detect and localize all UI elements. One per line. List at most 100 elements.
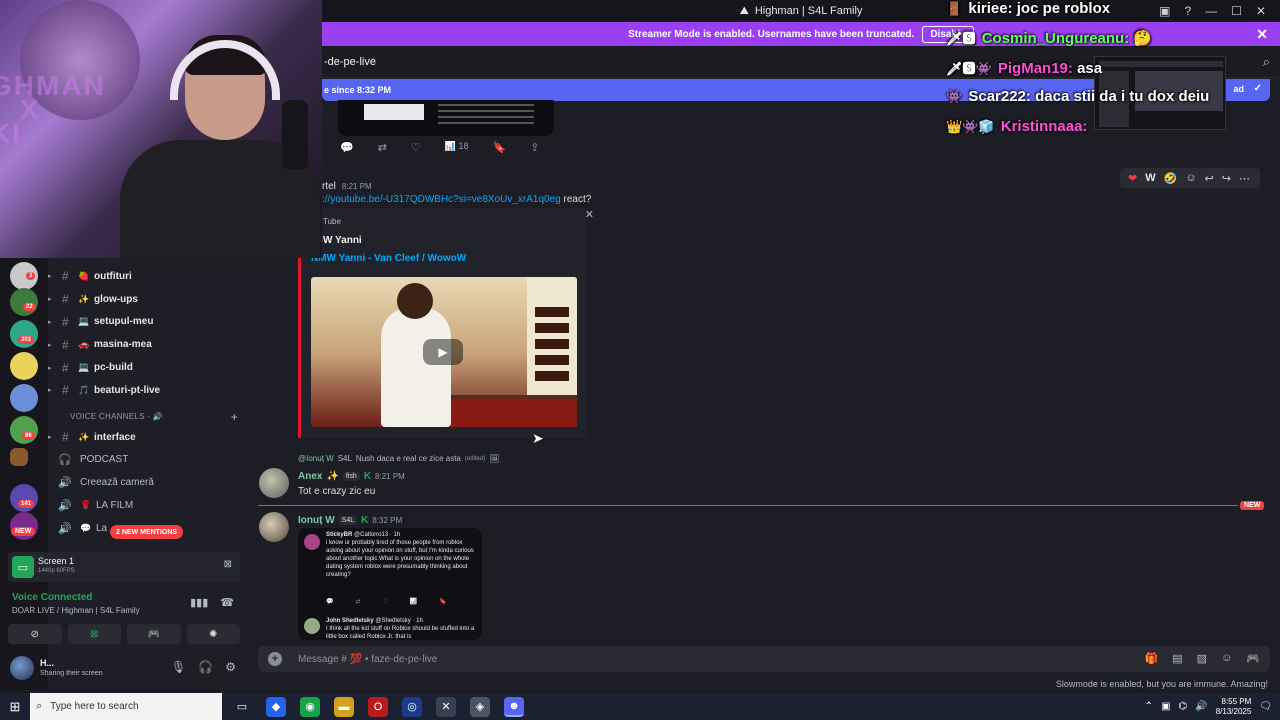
mark-read-icon[interactable]: ✓ <box>1254 83 1262 94</box>
minimize-icon[interactable]: — <box>1205 4 1217 18</box>
voice-channel-item[interactable]: 🔊 🌹 LA FILM <box>48 494 248 517</box>
avatar[interactable] <box>259 468 289 498</box>
maximize-icon[interactable]: ☐ <box>1231 4 1242 18</box>
heart-reaction-icon[interactable]: ❤ <box>1128 172 1137 185</box>
tweet-screenshot[interactable]: StickyBR @Catlorro13 · 1h i know ur prob… <box>298 528 482 640</box>
voice-location[interactable]: DOAR LIVE / Highman | S4L Family <box>12 606 140 615</box>
channel-item[interactable]: ▸ # 🍓 outfituri <box>48 265 248 288</box>
voice-status[interactable]: Voice Connected <box>12 592 92 603</box>
voice-channel-item[interactable]: 🎧 PODCAST <box>48 449 248 472</box>
slowmode-notice: Slowmode is enabled, but you are immune.… <box>1055 679 1268 689</box>
voice-channel-item[interactable]: ▸ # ✨ interface <box>48 426 248 449</box>
channel-item[interactable]: ▸ # 💻 pc-build <box>48 356 248 379</box>
message-composer[interactable]: + Message # 💯 • faze-de-pe-live 🎁 ▤ ▧ ☺ … <box>258 646 1270 672</box>
add-attachment-icon[interactable]: + <box>268 652 282 666</box>
play-icon[interactable]: ▶ <box>423 339 463 365</box>
w-reaction-icon[interactable]: W <box>1145 172 1155 184</box>
chevron-up-icon[interactable]: ⌃ <box>1145 701 1153 712</box>
voice-channel-item[interactable]: 🔊 Creează cameră <box>48 471 248 494</box>
channel-item[interactable]: ▸ # 🎵 beaturi-pt-live <box>48 379 248 402</box>
settings-gear-icon[interactable]: ⚙ <box>225 660 236 674</box>
screen-title: Screen 1 <box>38 556 75 566</box>
server-icon[interactable] <box>10 352 38 380</box>
microphone-icon[interactable]: 🎙 <box>171 660 186 674</box>
screen-share-button[interactable]: ⊠ <box>67 624 121 644</box>
views-count: 📊 18 <box>444 141 469 151</box>
new-servers-pill[interactable]: NEW <box>11 527 36 536</box>
apps-icon[interactable]: 🎮 <box>1246 652 1260 665</box>
author-name[interactable]: rtel <box>322 181 336 192</box>
volume-icon[interactable]: 🔊 <box>1195 701 1207 712</box>
network-icon[interactable]: ⌬ <box>1179 701 1188 712</box>
more-icon[interactable]: ⋯ <box>1239 172 1250 185</box>
help-icon[interactable]: ? <box>1184 4 1191 18</box>
reply-icon[interactable]: ↩ <box>1205 172 1214 185</box>
activities-button[interactable]: 🎮 <box>127 624 181 644</box>
tweet-image[interactable] <box>338 100 554 136</box>
disconnect-icon[interactable]: ☎ <box>220 596 234 609</box>
tray-icon[interactable]: ▣ <box>1161 701 1170 712</box>
gif-icon[interactable]: ▤ <box>1172 652 1182 665</box>
headphones-icon: 🎧 <box>58 454 72 467</box>
steam-icon[interactable]: ◎ <box>402 696 422 717</box>
username[interactable]: H... <box>40 658 54 668</box>
channel-item[interactable]: ▸ # ✨ glow-ups <box>48 288 248 311</box>
sticker-icon[interactable]: ▧ <box>1197 652 1207 665</box>
camera-off-button[interactable]: ⊘ <box>8 624 62 644</box>
add-channel-icon[interactable]: + <box>231 410 238 424</box>
mark-as-read[interactable]: ad <box>1233 84 1244 94</box>
screen-share-panel[interactable]: ▭ Screen 1 1440p 60FPS ⊠ <box>8 552 240 582</box>
server-icon[interactable] <box>10 384 38 412</box>
server-icon[interactable] <box>10 448 28 466</box>
remove-embed-icon[interactable]: ✕ <box>585 208 594 221</box>
youtube-link[interactable]: ://youtube.be/-U317QDWBHc?si=ve8XoUv_xrA… <box>322 194 561 205</box>
embed-title[interactable]: NMW Yanni - Van Cleef / WowoW <box>311 253 466 264</box>
task-view-icon[interactable]: ▭ <box>232 697 252 717</box>
file-explorer-icon[interactable]: ▬ <box>334 696 354 717</box>
voice-category-header[interactable]: VOICE CHANNELS - 🔊 + <box>48 408 248 426</box>
emoji-icon[interactable]: ☺ <box>1221 652 1232 665</box>
avatar[interactable] <box>259 512 289 542</box>
hash-icon: # <box>62 314 69 329</box>
reply-reference[interactable]: @Ionuț W S4L Nush daca e real ce zice as… <box>298 454 499 463</box>
chrome-icon[interactable]: ◉ <box>300 696 320 717</box>
app-icon[interactable]: ◈ <box>470 696 490 717</box>
opera-icon[interactable]: O <box>368 696 388 717</box>
video-thumbnail[interactable]: ▶ <box>311 277 577 427</box>
forward-icon[interactable]: ↪ <box>1222 172 1231 185</box>
soundboard-button[interactable]: ✺ <box>186 624 240 644</box>
search-icon[interactable]: ⌕ <box>1263 54 1270 70</box>
discord-icon[interactable]: ☻ <box>504 696 524 717</box>
new-mentions-pill[interactable]: 2 NEW MENTIONS <box>110 525 184 539</box>
channel-emoji: 💬 <box>80 522 92 533</box>
gift-icon[interactable]: 🎁 <box>1145 652 1159 665</box>
headphones-icon[interactable]: 🎧 <box>198 660 213 674</box>
add-reaction-icon[interactable]: ☺ <box>1185 172 1196 184</box>
channel-item[interactable]: ▸ # 💻 setupul-meu <box>48 311 248 334</box>
reply-text: Nush daca e real ce zice asta <box>355 454 461 463</box>
message-header: Ionuț W S4L K 8:32 PM <box>298 515 402 526</box>
avatar[interactable] <box>10 656 34 680</box>
clock[interactable]: 8:55 PM 8/13/2025 <box>1216 697 1252 717</box>
close-icon[interactable]: ✕ <box>1256 4 1266 18</box>
copilot-icon[interactable]: ◆ <box>266 696 286 717</box>
notifications-icon[interactable]: 🗨 <box>1259 701 1272 712</box>
inbox-icon[interactable]: ▣ <box>1159 4 1170 18</box>
windows-start-icon[interactable]: ⊞ <box>0 699 30 715</box>
channel-item[interactable]: ▸ # 🚗 masina-mea <box>48 333 248 356</box>
server-icon[interactable] <box>10 288 38 316</box>
share-icon: ⇪ <box>530 142 540 154</box>
capture-icon[interactable]: ✕ <box>436 696 456 717</box>
author-name[interactable]: Anex <box>298 471 322 482</box>
message-input[interactable]: Message # 💯 • faze-de-pe-live <box>298 654 437 665</box>
author-name[interactable]: Ionuț W <box>298 515 335 526</box>
embed-author[interactable]: W Yanni <box>323 235 362 246</box>
close-icon[interactable]: ✕ <box>1256 26 1268 43</box>
taskbar-search[interactable]: ⌕ Type here to search <box>30 693 222 720</box>
stop-stream-icon[interactable]: ⊠ <box>224 559 232 570</box>
signal-icon[interactable]: ▮▮▮ <box>190 596 208 609</box>
laugh-reaction-icon[interactable]: 🤣 <box>1164 172 1178 185</box>
message-text: ://youtube.be/-U317QDWBHc?si=ve8XoUv_xrA… <box>322 194 591 205</box>
hash-icon: # <box>62 269 69 284</box>
channel-emoji: ✨ <box>78 431 90 442</box>
